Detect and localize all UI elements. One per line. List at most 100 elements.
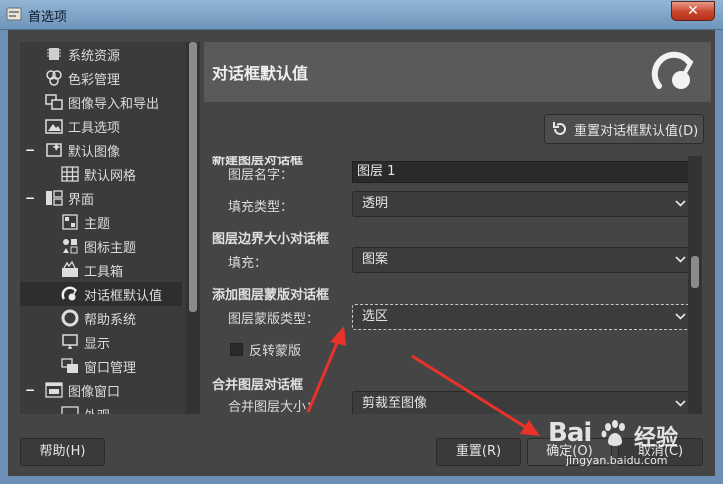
tree-scrollbar[interactable] [186, 42, 200, 414]
section-title-layer-boundary: 图层边界大小对话框 [212, 232, 330, 247]
mask-type-value: 选区 [362, 309, 389, 324]
sidebar-item-image-import-export[interactable]: 图像导入和导出 [20, 90, 182, 114]
sidebar-item-interface[interactable]: − 界面 [20, 186, 182, 210]
sidebar-item-color-management[interactable]: 色彩管理 [20, 66, 182, 90]
sidebar-item-window-management[interactable]: 窗口管理 [20, 354, 182, 378]
monitor-icon [62, 334, 78, 349]
fill-type-select[interactable]: 透明 [352, 191, 688, 217]
sidebar-item-label: 帮助系统 [84, 312, 137, 328]
layer-name-label: 图层名字： [228, 168, 294, 183]
image-import-icon [45, 94, 63, 110]
image-window-icon [45, 382, 63, 398]
sidebar-item-label: 界面 [68, 192, 95, 208]
windows-icon [61, 358, 78, 373]
collapse-icon[interactable]: − [25, 144, 35, 156]
fill-type-value: 透明 [362, 196, 389, 211]
sidebar-item-system-resources[interactable]: 系统资源 [20, 42, 182, 66]
section-title-add-layer-mask: 添加图层蒙版对话框 [212, 288, 330, 303]
merge-size-label: 合并图层大小： [228, 400, 320, 414]
watermark-url: jingyan.baidu.com [566, 454, 668, 467]
reset-dialog-defaults-label: 重置对话框默认值(D) [574, 123, 699, 139]
default-image-icon [46, 143, 62, 157]
invert-mask-label: 反转蒙版 [249, 344, 302, 359]
layer-name-value: 图层 1 [357, 164, 396, 179]
sidebar-item-label: 主题 [84, 216, 111, 232]
sidebar-item-appearance[interactable]: 外观 [20, 402, 182, 414]
watermark-brand: Bai [548, 418, 592, 448]
sidebar-item-label: 图像窗口 [68, 384, 121, 400]
interface-icon [46, 190, 63, 206]
sidebar-item-label: 工具箱 [84, 264, 124, 280]
settings-scrollbar[interactable] [688, 156, 702, 414]
invert-mask-checkbox[interactable] [230, 343, 243, 356]
tool-options-icon [45, 119, 63, 134]
close-button[interactable]: ✕ [671, 1, 715, 21]
sidebar-item-image-window[interactable]: − 图像窗口 [20, 378, 182, 402]
sidebar-item-tool-options[interactable]: 工具选项 [20, 114, 182, 138]
boundary-fill-label: 填充： [228, 256, 268, 271]
sidebar-item-label: 系统资源 [68, 48, 121, 64]
collapse-icon[interactable]: − [25, 384, 35, 396]
reset-dialog-defaults-button[interactable]: 重置对话框默认值(D) [544, 114, 704, 144]
merge-size-value: 剪裁至图像 [362, 396, 428, 411]
help-button-label: 帮助(H) [39, 444, 86, 459]
app-icon [6, 7, 22, 21]
reset-icon [553, 122, 566, 135]
chevron-down-icon [675, 313, 686, 320]
reset-button[interactable]: 重置(R) [436, 438, 521, 466]
mask-type-label: 图层蒙版类型： [228, 312, 320, 327]
sidebar-item-label: 默认网格 [84, 168, 137, 184]
lifebuoy-icon [61, 309, 79, 327]
sidebar-item-label: 色彩管理 [68, 72, 121, 88]
sidebar-item-label: 对话框默认值 [84, 288, 163, 304]
preferences-body: 系统资源 色彩管理 图像导入和导出 工具选项 − 默认图像 默认网格 − 界面 … [8, 30, 715, 476]
boundary-fill-value: 图案 [362, 252, 389, 267]
appearance-icon [61, 406, 79, 414]
sidebar-item-default-image[interactable]: − 默认图像 [20, 138, 182, 162]
help-button[interactable]: 帮助(H) [20, 438, 105, 466]
page-title: 对话框默认值 [212, 64, 309, 83]
sidebar-item-label: 窗口管理 [84, 360, 137, 376]
close-icon: ✕ [687, 3, 699, 19]
settings-scroll-area[interactable]: 新建图层对话框 图层名字： 图层 1 填充类型： 透明 图层边界大小对话框 填充… [204, 156, 688, 414]
sidebar-item-label: 图像导入和导出 [68, 96, 160, 112]
section-title-merge-layers: 合并图层对话框 [212, 378, 304, 393]
chevron-down-icon [675, 200, 686, 207]
settings-scrollbar-thumb[interactable] [691, 256, 699, 288]
fill-type-label: 填充类型： [228, 200, 294, 215]
sidebar-item-icon-theme[interactable]: 图标主题 [20, 234, 182, 258]
page-header: 对话框默认值 [204, 42, 711, 102]
reset-button-label: 重置(R) [455, 444, 502, 459]
watermark-suffix: 经验 [634, 426, 679, 451]
invert-mask-checkbox-row[interactable]: 反转蒙版 [230, 340, 301, 359]
merge-size-select[interactable]: 剪裁至图像 [352, 391, 688, 414]
toolbox-icon [62, 261, 78, 277]
color-circles-icon [46, 70, 62, 86]
grid-icon [61, 166, 79, 182]
collapse-icon[interactable]: − [25, 192, 35, 204]
sidebar-item-theme[interactable]: 主题 [20, 210, 182, 234]
sidebar-item-label: 显示 [84, 336, 111, 352]
window-title: 首选项 [28, 10, 68, 25]
sidebar-item-toolbox[interactable]: 工具箱 [20, 258, 182, 282]
mask-type-select[interactable]: 选区 [352, 304, 688, 330]
icon-theme-icon [63, 239, 78, 254]
chevron-down-icon [675, 400, 686, 407]
theme-icon [62, 214, 78, 230]
sidebar-item-dialog-defaults[interactable]: 对话框默认值 [20, 282, 182, 306]
sidebar-item-default-grid[interactable]: 默认网格 [20, 162, 182, 186]
sidebar-item-display[interactable]: 显示 [20, 330, 182, 354]
sidebar-item-label: 图标主题 [84, 240, 137, 256]
gauge-icon [61, 286, 78, 301]
layer-name-input[interactable]: 图层 1 [352, 161, 688, 183]
sidebar-item-help-system[interactable]: 帮助系统 [20, 306, 182, 330]
category-tree[interactable]: 系统资源 色彩管理 图像导入和导出 工具选项 − 默认图像 默认网格 − 界面 … [20, 42, 200, 414]
sidebar-item-label: 工具选项 [68, 120, 121, 136]
window-titlebar: 首选项 ✕ [0, 0, 723, 30]
baidu-jingyan-watermark: Bai 经验 jingyan.baidu.com [548, 418, 718, 478]
tree-scrollbar-thumb[interactable] [189, 42, 197, 312]
paw-icon [601, 420, 625, 446]
chevron-down-icon [675, 256, 686, 263]
chip-icon [47, 48, 61, 60]
boundary-fill-select[interactable]: 图案 [352, 247, 688, 273]
